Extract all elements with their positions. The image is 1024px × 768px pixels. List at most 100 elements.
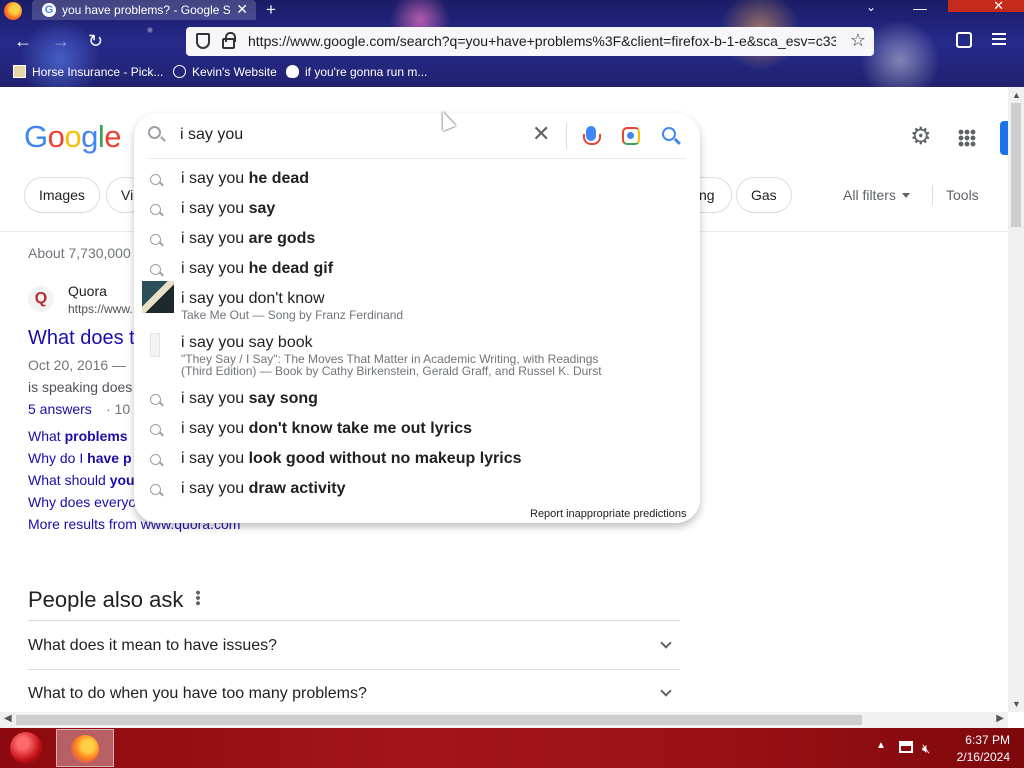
url-text[interactable]: https://www.google.com/search?q=you+have…: [248, 33, 836, 49]
suggestion-item[interactable]: i say you say song: [134, 390, 700, 414]
scrollbar-thumb[interactable]: [16, 715, 862, 725]
taskbar: ▲ 🔇︎ 6:37 PM 2/16/2024: [0, 728, 1024, 768]
firefox-logo-icon: [71, 735, 99, 763]
suggestion-item[interactable]: i say you he dead gif: [134, 260, 700, 284]
album-thumbnail-icon: [142, 281, 174, 313]
answers-link[interactable]: 5 answers: [28, 401, 92, 417]
divider: [566, 123, 567, 149]
quora-logo-icon[interactable]: Q: [28, 286, 54, 312]
chip-gas[interactable]: Gas: [736, 177, 792, 213]
suggestion-item[interactable]: i say you say: [134, 200, 700, 224]
result-site-url[interactable]: https://www.: [68, 302, 133, 316]
result-title-link[interactable]: What does t: [28, 327, 135, 350]
browser-chrome: G you have problems? - Google Search ✕ +…: [0, 0, 1024, 87]
suggestion-item[interactable]: i say you don't know take me out lyrics: [134, 420, 700, 444]
search-icon: [150, 174, 161, 185]
search-icon: [150, 484, 161, 495]
divider: [148, 158, 686, 159]
related-question-link[interactable]: What should you: [28, 472, 135, 488]
related-question-link[interactable]: What problems: [28, 428, 128, 444]
tab-google-search[interactable]: G you have problems? - Google Search ✕: [32, 0, 256, 20]
start-button[interactable]: [10, 732, 42, 764]
clock-time[interactable]: 6:37 PM: [940, 733, 1010, 747]
forward-arrow-icon[interactable]: →: [52, 32, 70, 50]
people-also-ask-heading: People also ask: [28, 587, 184, 612]
chip-images[interactable]: Images: [24, 177, 100, 213]
suggestion-item[interactable]: i say you don't know Take Me Out — Song …: [134, 281, 700, 324]
url-bar[interactable]: https://www.google.com/search?q=you+have…: [186, 27, 874, 56]
tracking-shield-icon[interactable]: [196, 33, 210, 49]
speaker-muted-icon[interactable]: 🔇︎: [922, 741, 930, 757]
caret-down-icon: [901, 193, 910, 198]
suggestion-item[interactable]: i say you say book "They Say / I Say": T…: [134, 333, 700, 380]
scroll-left-icon[interactable]: ◀: [4, 713, 12, 724]
suggestion-item[interactable]: i say you look good without no makeup ly…: [134, 450, 700, 474]
navigation-bar: ← → ↻ https://www.google.com/search?q=yo…: [0, 24, 1024, 60]
suggestion-item[interactable]: i say you he dead: [134, 170, 700, 194]
search-input[interactable]: [180, 126, 520, 144]
bookmark-kevins-website[interactable]: Kevin's Website: [173, 65, 277, 79]
suggestion-item[interactable]: i say you draw activity: [134, 480, 700, 504]
all-filters-button[interactable]: All filters: [843, 187, 910, 203]
search-autocomplete-panel: ✕ i say you he dead i say you say i say …: [134, 113, 700, 523]
paa-question[interactable]: What does it mean to have issues?: [28, 637, 277, 655]
scrollbar-thumb[interactable]: [1011, 103, 1021, 227]
mask-favicon-icon: [286, 65, 299, 78]
search-icon: [150, 424, 161, 435]
settings-gear-icon[interactable]: ⚙: [910, 125, 934, 149]
back-arrow-icon[interactable]: ←: [14, 32, 32, 50]
search-submit-icon[interactable]: [662, 127, 676, 141]
vertical-scrollbar[interactable]: ▲ ▼: [1008, 87, 1024, 712]
tools-button[interactable]: Tools: [946, 187, 979, 203]
microphone-icon[interactable]: [583, 126, 601, 145]
bookmark-star-icon[interactable]: ☆: [850, 30, 866, 51]
scroll-down-icon[interactable]: ▼: [1012, 699, 1021, 709]
network-icon[interactable]: [899, 741, 913, 753]
clear-icon[interactable]: ✕: [532, 123, 550, 145]
more-options-icon[interactable]: [194, 590, 202, 606]
suggestion-item[interactable]: i say you are gods: [134, 230, 700, 254]
account-button[interactable]: [1000, 121, 1008, 155]
scroll-right-icon[interactable]: ▶: [996, 713, 1004, 724]
tab-close-icon[interactable]: ✕: [236, 1, 248, 18]
extensions-icon[interactable]: [956, 32, 972, 48]
lock-icon[interactable]: [222, 32, 236, 49]
paa-question[interactable]: What to do when you have too many proble…: [28, 685, 367, 703]
divider: [932, 185, 933, 205]
chevron-down-icon[interactable]: [660, 685, 672, 697]
search-icon: [150, 394, 161, 405]
taskbar-firefox-button[interactable]: [56, 729, 114, 767]
new-tab-button[interactable]: +: [266, 0, 276, 20]
related-question-link[interactable]: Why does everyo: [28, 494, 136, 510]
result-site-name[interactable]: Quora: [68, 283, 107, 299]
result-date: Oct 20, 2016 —: [28, 357, 127, 373]
report-predictions-link[interactable]: Report inappropriate predictions: [530, 508, 687, 520]
scroll-up-icon[interactable]: ▲: [1012, 90, 1021, 100]
search-icon: [148, 126, 161, 139]
globe-icon: [173, 65, 186, 78]
search-icon: [150, 234, 161, 245]
divider: [28, 669, 680, 670]
image-favicon-icon: [13, 65, 26, 78]
chevron-down-icon[interactable]: [660, 637, 672, 649]
bookmark-horse-insurance[interactable]: Horse Insurance - Pick...: [13, 65, 163, 79]
divider: [28, 620, 680, 621]
google-favicon-icon: G: [42, 3, 56, 17]
clock-date[interactable]: 2/16/2024: [940, 750, 1010, 764]
tray-chevron-up-icon[interactable]: ▲: [876, 740, 886, 751]
horizontal-scrollbar[interactable]: ◀ ▶: [0, 712, 1008, 728]
reload-icon[interactable]: ↻: [88, 32, 103, 50]
window-close-button[interactable]: ✕: [948, 0, 1024, 12]
related-question-link[interactable]: Why do I have p: [28, 450, 132, 466]
google-logo[interactable]: Google: [24, 119, 122, 155]
hamburger-menu-icon[interactable]: [992, 33, 1006, 45]
search-icon: [150, 204, 161, 215]
result-snippet: is speaking does: [28, 379, 133, 395]
firefox-logo-icon[interactable]: [4, 2, 22, 20]
google-lens-icon[interactable]: [622, 127, 640, 145]
bookmark-gonna-run[interactable]: if you're gonna run m...: [286, 65, 427, 79]
result-stats: About 7,730,000: [28, 245, 131, 261]
google-apps-icon[interactable]: [958, 129, 976, 147]
minimize-button[interactable]: —: [913, 0, 927, 16]
list-tabs-icon[interactable]: ⌄: [866, 0, 876, 14]
